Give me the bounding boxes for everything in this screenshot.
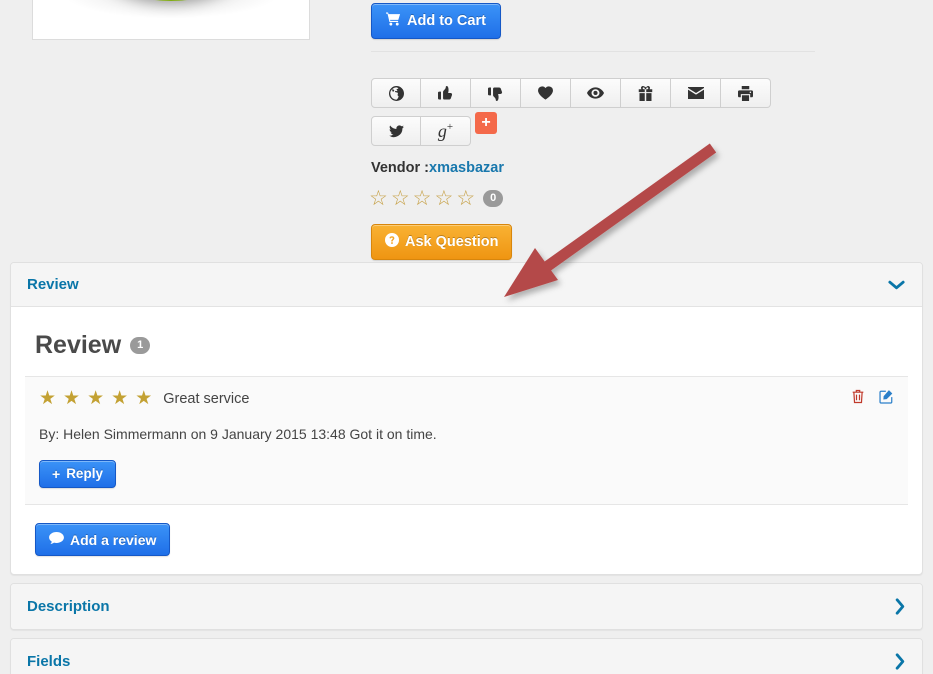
review-panel: Review Review 1 ★ ★ ★ ★ ★ Great service …	[10, 262, 923, 575]
product-image-shadow	[61, 0, 281, 19]
vendor-rating[interactable]: ☆ ☆ ☆ ☆ ☆ 0	[369, 188, 504, 209]
review-heading-text: Review	[35, 331, 122, 359]
star-empty-3[interactable]: ☆	[413, 188, 432, 209]
globe-icon	[388, 85, 404, 101]
gift-icon	[638, 85, 653, 101]
reply-button[interactable]: + Reply	[39, 460, 116, 488]
fields-panel-header[interactable]: Fields	[11, 639, 922, 674]
product-action-icon-bar	[371, 78, 771, 108]
thumbs-up-icon-button[interactable]	[421, 78, 471, 108]
add-review-button[interactable]: Add a review	[35, 523, 171, 556]
comment-icon	[49, 532, 64, 547]
heart-icon	[538, 86, 553, 100]
description-panel: Description	[10, 583, 923, 630]
eye-icon	[587, 87, 604, 99]
review-item-actions	[851, 389, 894, 409]
review-item-meta: By: Helen Simmermann on 9 January 2015 1…	[39, 426, 437, 442]
ask-question-button[interactable]: Ask Question	[371, 224, 513, 260]
printer-icon	[738, 85, 753, 101]
plus-icon: +	[481, 114, 491, 131]
question-circle-icon	[385, 233, 399, 251]
thumbs-down-icon	[488, 86, 503, 101]
review-heading: Review 1	[35, 331, 908, 360]
fields-panel: Fields	[10, 638, 923, 674]
eye-icon-button[interactable]	[571, 78, 621, 108]
divider	[371, 51, 815, 52]
cart-icon	[386, 12, 401, 30]
star-filled-3: ★	[87, 388, 105, 409]
add-review-label: Add a review	[70, 531, 157, 548]
review-item-rating: ★ ★ ★ ★ ★ Great service	[39, 389, 894, 408]
envelope-icon	[687, 87, 704, 99]
chevron-down-icon[interactable]	[887, 279, 906, 291]
share-more-button[interactable]: +	[475, 112, 497, 134]
product-thumbnail[interactable]	[32, 0, 310, 40]
star-empty-2[interactable]: ☆	[391, 188, 410, 209]
star-empty-4[interactable]: ☆	[434, 188, 453, 209]
review-panel-title: Review	[27, 276, 79, 293]
add-to-cart-button[interactable]: Add to Cart	[371, 3, 501, 39]
heart-icon-button[interactable]	[521, 78, 571, 108]
reply-label: Reply	[66, 466, 103, 482]
description-panel-header[interactable]: Description	[11, 584, 922, 629]
fields-panel-title: Fields	[27, 653, 71, 670]
chevron-right-icon[interactable]	[894, 652, 906, 671]
product-detail-page: Add to Cart g+ + Vendor:xmasbazar ☆ ☆ ☆…	[0, 0, 933, 674]
edit-icon[interactable]	[879, 389, 894, 409]
star-filled-4: ★	[111, 388, 129, 409]
add-to-cart-label: Add to Cart	[407, 12, 486, 29]
star-empty-5[interactable]: ☆	[456, 188, 475, 209]
twitter-icon-button[interactable]	[371, 116, 421, 146]
star-empty-1[interactable]: ☆	[369, 188, 388, 209]
google-plus-icon: g+	[437, 121, 454, 141]
star-filled-2: ★	[63, 388, 81, 409]
vendor-label: Vendor :	[371, 160, 430, 176]
chevron-right-icon[interactable]	[894, 597, 906, 616]
printer-icon-button[interactable]	[721, 78, 771, 108]
thumbs-down-icon-button[interactable]	[471, 78, 521, 108]
vendor-link[interactable]: xmasbazar	[429, 160, 504, 176]
ask-question-label: Ask Question	[405, 233, 499, 250]
review-count-badge: 1	[130, 336, 151, 355]
star-filled-1: ★	[39, 388, 57, 409]
social-share-bar: g+ +	[371, 112, 497, 146]
globe-icon-button[interactable]	[371, 78, 421, 108]
product-summary-area: Add to Cart g+ + Vendor:xmasbazar ☆ ☆ ☆…	[0, 0, 933, 262]
review-panel-header[interactable]: Review	[11, 263, 922, 306]
envelope-icon-button[interactable]	[671, 78, 721, 108]
star-filled-5: ★	[135, 388, 153, 409]
thumbs-up-icon	[438, 85, 453, 101]
description-panel-title: Description	[27, 598, 110, 615]
vendor-line: Vendor :xmasbazar	[371, 160, 504, 176]
google-plus-icon-button[interactable]: g+	[421, 116, 471, 146]
gift-icon-button[interactable]	[621, 78, 671, 108]
review-item-title: Great service	[163, 390, 250, 407]
vendor-rating-count: 0	[483, 189, 504, 208]
plus-icon: +	[52, 466, 61, 482]
trash-icon[interactable]	[851, 389, 865, 409]
twitter-icon	[388, 124, 404, 138]
review-panel-body: Review 1 ★ ★ ★ ★ ★ Great service By: Hel…	[11, 306, 922, 574]
review-list-item: ★ ★ ★ ★ ★ Great service By: Helen Simmer…	[25, 376, 908, 505]
